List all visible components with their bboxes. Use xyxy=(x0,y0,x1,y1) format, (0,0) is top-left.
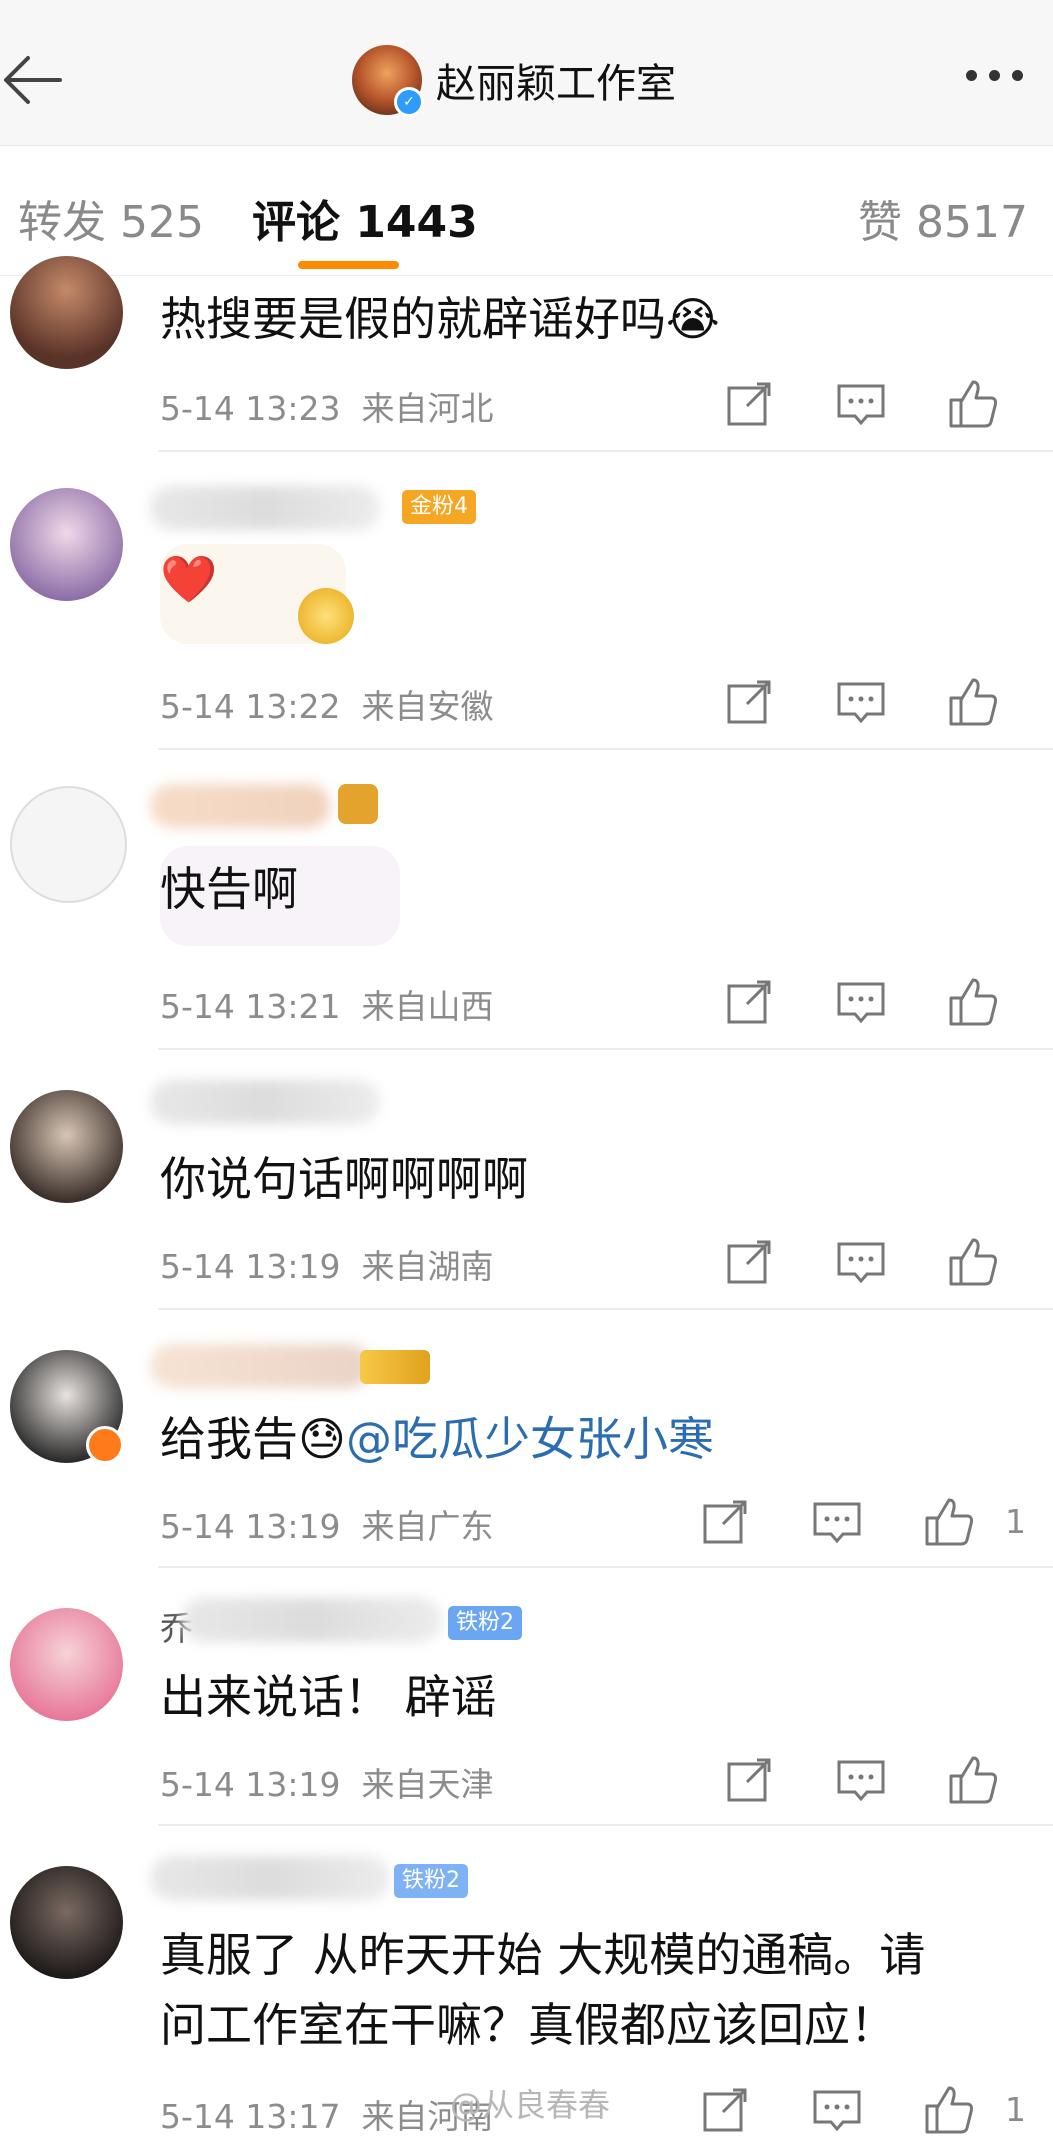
active-tab-indicator xyxy=(298,261,399,269)
avatar[interactable] xyxy=(10,1090,123,1203)
like-icon[interactable] xyxy=(945,1234,1001,1290)
comment-icon[interactable] xyxy=(833,1752,889,1808)
comment-text-body: 给我告😓 xyxy=(160,1412,346,1466)
account-avatar: ✓ xyxy=(352,45,424,117)
like-count: 1 xyxy=(1005,1502,1026,1541)
comment-text-line-2: 问工作室在干嘛？真假都应该回应！ xyxy=(160,1998,896,2052)
back-arrow-icon[interactable] xyxy=(0,40,80,120)
like-icon[interactable] xyxy=(945,974,1001,1030)
mention-link[interactable]: @吃瓜少女张小寒 xyxy=(346,1412,714,1466)
user-name[interactable] xyxy=(150,1856,390,1900)
account-name: 赵丽颖工作室 xyxy=(436,61,676,107)
tab-reposts[interactable]: 转发 525 xyxy=(18,186,204,250)
comment-time: 5-14 13:19 xyxy=(160,1765,341,1804)
comment-actions xyxy=(633,974,1053,1034)
share-icon[interactable] xyxy=(721,1752,777,1808)
comment-location: 来自山西 xyxy=(361,987,494,1026)
comment-meta: 5-14 13:23 来自河北 xyxy=(160,382,493,430)
comment-actions: 1 xyxy=(633,1494,1053,1554)
crown-icon xyxy=(338,784,378,824)
comment-meta: 5-14 13:21 来自山西 xyxy=(160,980,493,1028)
comment-meta: 5-14 13:22 来自安徽 xyxy=(160,680,493,728)
avatar[interactable] xyxy=(10,488,123,601)
comment-time: 5-14 13:23 xyxy=(160,389,341,428)
comment-icon[interactable] xyxy=(833,1234,889,1290)
verified-icon: ✓ xyxy=(394,87,424,117)
comment-icon[interactable] xyxy=(833,376,889,432)
comment-icon[interactable] xyxy=(809,1494,865,1550)
comment-text: 出来说话！ 辟谣 xyxy=(160,1670,497,1724)
comment-meta: 5-14 13:19 来自广东 xyxy=(160,1500,493,1548)
fan-badge: 金粉4 xyxy=(402,490,476,524)
user-name[interactable] xyxy=(150,1344,370,1388)
medal-icon xyxy=(298,588,354,644)
fan-badge: 铁粉2 xyxy=(394,1864,468,1898)
comment-item: 你说句话啊啊啊啊 5-14 13:19 来自湖南 xyxy=(0,1050,1053,1310)
share-icon[interactable] xyxy=(721,974,777,1030)
share-icon[interactable] xyxy=(721,674,777,730)
comment-text: 给我告😓@吃瓜少女张小寒 xyxy=(160,1404,714,1474)
like-icon[interactable] xyxy=(945,674,1001,730)
fan-badge: 铁粉2 xyxy=(448,1606,522,1640)
comment-actions: 1 xyxy=(633,2082,1053,2142)
comment-location: 来自河北 xyxy=(361,389,494,428)
comment-icon[interactable] xyxy=(833,674,889,730)
comment-item: 金粉4 ❤️ 5-14 13:22 来自安徽 xyxy=(0,452,1053,750)
comment-location: 来自广东 xyxy=(361,1507,494,1546)
more-icon[interactable] xyxy=(966,70,1023,81)
like-icon[interactable] xyxy=(945,376,1001,432)
tab-bar: 转发 525 评论 1443 赞 8517 xyxy=(0,146,1053,276)
tab-comments[interactable]: 评论 1443 xyxy=(252,186,478,250)
avatar[interactable] xyxy=(10,256,123,369)
like-count: 1 xyxy=(1005,2090,1026,2129)
comment-actions xyxy=(633,376,1053,436)
like-icon[interactable] xyxy=(945,1752,1001,1808)
avatar[interactable] xyxy=(10,1866,123,1979)
avatar[interactable] xyxy=(10,1608,123,1721)
comment-time: 5-14 13:22 xyxy=(160,687,341,726)
comment-meta: 5-14 13:19 来自天津 xyxy=(160,1758,493,1806)
watermark: @从良春春 xyxy=(450,2086,611,2124)
vip-icon xyxy=(86,1426,124,1464)
comment-item: 热搜要是假的就辟谣好吗😭 5-14 13:23 来自河北 xyxy=(0,256,1053,452)
comment-location: 来自湖南 xyxy=(361,1247,494,1286)
comment-meta: 5-14 13:19 来自湖南 xyxy=(160,1240,493,1288)
comment-actions xyxy=(633,1234,1053,1294)
share-icon[interactable] xyxy=(697,2082,753,2138)
comment-time: 5-14 13:19 xyxy=(160,1247,341,1286)
share-icon[interactable] xyxy=(721,1234,777,1290)
avatar[interactable] xyxy=(10,786,127,903)
user-name[interactable] xyxy=(150,784,330,828)
comment-location: 来自天津 xyxy=(361,1765,494,1804)
comment-item: 乔 铁粉2 出来说话！ 辟谣 5-14 13:19 来自天津 xyxy=(0,1568,1053,1826)
comment-meta: 5-14 13:17 来自河南 xyxy=(160,2090,493,2138)
comment-icon[interactable] xyxy=(809,2082,865,2138)
user-name[interactable] xyxy=(182,1598,442,1642)
comment-location: 来自安徽 xyxy=(361,687,494,726)
comment-time: 5-14 13:17 xyxy=(160,2097,341,2136)
comment-text: ❤️ xyxy=(160,552,218,606)
comment-time: 5-14 13:21 xyxy=(160,987,341,1026)
tab-likes[interactable]: 赞 8517 xyxy=(858,186,1028,250)
level-badge xyxy=(360,1350,430,1384)
top-bar: ✓ 赵丽颖工作室 xyxy=(0,0,1053,146)
comment-icon[interactable] xyxy=(833,974,889,1030)
user-name[interactable] xyxy=(150,486,380,530)
account-title[interactable]: ✓ 赵丽颖工作室 xyxy=(352,44,676,117)
share-icon[interactable] xyxy=(721,376,777,432)
comment-text-line-1: 真服了 从昨天开始 大规模的通稿。请 xyxy=(160,1928,926,1982)
like-icon[interactable] xyxy=(921,1494,977,1550)
comment-text: 热搜要是假的就辟谣好吗😭 xyxy=(160,292,720,346)
comment-actions xyxy=(633,1752,1053,1812)
like-icon[interactable] xyxy=(921,2082,977,2138)
user-name[interactable] xyxy=(150,1080,380,1124)
comment-actions xyxy=(633,674,1053,734)
comment-item: 快告啊 5-14 13:21 来自山西 xyxy=(0,750,1053,1050)
comment-text: 你说句话啊啊啊啊 xyxy=(160,1152,528,1206)
comment-text: 快告啊 xyxy=(160,862,298,916)
comment-time: 5-14 13:19 xyxy=(160,1507,341,1546)
share-icon[interactable] xyxy=(697,1494,753,1550)
comment-item: 给我告😓@吃瓜少女张小寒 5-14 13:19 来自广东 1 xyxy=(0,1310,1053,1568)
